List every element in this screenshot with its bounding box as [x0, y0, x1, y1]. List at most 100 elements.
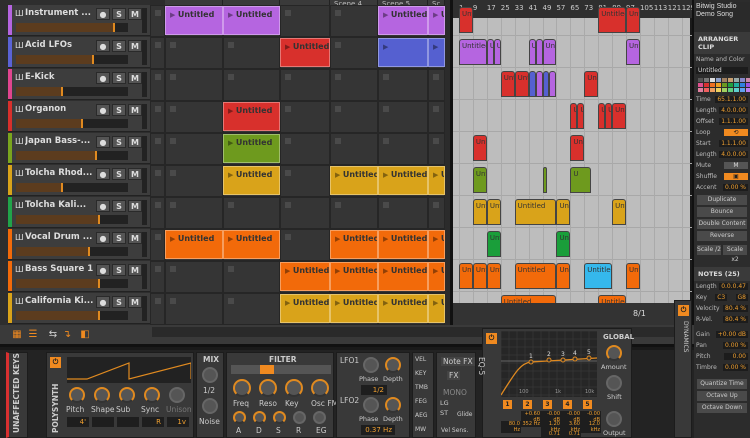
filter-type-selector[interactable] [231, 365, 331, 374]
volume-fader[interactable] [16, 183, 128, 192]
volume-fader[interactable] [16, 23, 128, 32]
envelope-knob[interactable] [273, 411, 286, 424]
color-swatch[interactable] [698, 88, 703, 92]
track-header[interactable]: Ш Bass Square 1 ● S M [8, 261, 150, 292]
launcher-clip[interactable]: Untitled [330, 294, 378, 323]
color-swatch[interactable] [746, 88, 750, 92]
arranger-clip[interactable]: Untitled [584, 263, 613, 289]
mute-button[interactable]: M [128, 264, 142, 276]
action-button[interactable]: Reverse [697, 231, 747, 241]
arranger-clip[interactable] [528, 71, 536, 97]
track-name[interactable]: Japan Bass-... [25, 136, 97, 146]
color-swatch[interactable] [746, 83, 750, 87]
property-value[interactable]: 4.0.0.00 [719, 151, 748, 158]
launcher-clip[interactable]: Un [428, 294, 445, 323]
clip-slot[interactable] [378, 101, 428, 133]
osc-value[interactable] [92, 417, 114, 427]
solo-button[interactable]: S [112, 72, 126, 84]
envelope-knob[interactable] [313, 411, 326, 424]
arranger-clip[interactable]: U [493, 39, 501, 65]
property-value[interactable]: 65.1.1.00 [715, 96, 748, 103]
color-swatch[interactable] [734, 88, 739, 92]
track-header[interactable]: Ш Tolcha Rhod... ● S M [8, 165, 150, 196]
eq-band-button[interactable]: 4 [563, 400, 572, 409]
solo-button[interactable]: S [112, 104, 126, 116]
lfo2-depth-knob[interactable] [385, 397, 401, 413]
stop-button[interactable] [150, 37, 165, 69]
action-button[interactable]: Octave Up [697, 391, 747, 401]
arranger-lane[interactable] [453, 68, 693, 100]
arm-button[interactable]: ● [96, 8, 110, 20]
color-swatch[interactable] [704, 83, 709, 87]
clip-slot[interactable] [280, 197, 330, 229]
track-header[interactable]: Ш Acid LFOs ● S M [8, 37, 150, 68]
arranger-clip[interactable]: Unt [542, 39, 557, 65]
arranger-clip[interactable]: Unt [514, 71, 529, 97]
clip-mute-button[interactable]: M [724, 162, 748, 169]
key-low[interactable]: C3 [715, 294, 728, 301]
clip-slot[interactable] [280, 69, 330, 101]
arranger-clip[interactable] [535, 71, 543, 97]
launcher-clip[interactable]: Untitled [223, 166, 280, 195]
arm-button[interactable]: ● [96, 40, 110, 52]
mute-button[interactable]: M [128, 104, 142, 116]
arranger-clip[interactable]: Unt [472, 167, 487, 193]
clip-slot[interactable] [428, 133, 445, 165]
eq-band-handle[interactable] [586, 355, 592, 361]
track-header[interactable]: Ш Instrument ... ● S M [8, 5, 150, 36]
launcher-clip[interactable]: Untitled [330, 230, 378, 259]
launcher-clip[interactable]: Untitled [280, 294, 330, 323]
osc-value[interactable]: R [142, 417, 164, 427]
arm-button[interactable]: ● [96, 104, 110, 116]
color-swatch[interactable] [728, 78, 733, 82]
arranger-clip[interactable]: Untitled [514, 199, 557, 225]
stop-button[interactable] [150, 133, 165, 165]
arranger-clip[interactable]: Unt [556, 231, 571, 257]
stop-button[interactable] [150, 165, 165, 197]
arranger-clip[interactable]: Unt [626, 263, 640, 289]
color-swatch[interactable] [710, 83, 715, 87]
track-name[interactable]: California Ki... [25, 296, 97, 306]
clip-slot[interactable] [428, 69, 445, 101]
eq-band-handle[interactable] [572, 356, 578, 362]
color-swatch[interactable] [722, 83, 727, 87]
color-swatch[interactable] [722, 78, 727, 82]
arranger-clip[interactable] [535, 39, 543, 65]
mod-source[interactable]: FEG [415, 398, 427, 405]
solo-button[interactable]: S [112, 40, 126, 52]
launcher-clip[interactable]: Untitled [165, 6, 223, 35]
track-header[interactable]: Ш E-Kick ● S M [8, 69, 150, 100]
osc-knob[interactable] [69, 387, 85, 403]
color-swatch[interactable] [740, 83, 745, 87]
osc-value[interactable]: 1v [167, 417, 189, 427]
filter-knob[interactable] [259, 379, 277, 397]
arranger-lane[interactable] [453, 4, 693, 36]
color-swatch[interactable] [728, 83, 733, 87]
lfo2-rate[interactable]: 0.37 Hz [361, 425, 395, 435]
arranger-clip[interactable]: U [528, 39, 536, 65]
lg-button[interactable]: LG [440, 399, 449, 407]
color-swatch[interactable] [740, 78, 745, 82]
amount-knob[interactable] [606, 345, 622, 361]
arranger-clip[interactable]: Untitled [598, 7, 627, 33]
property-value[interactable]: +0.00 dB [715, 331, 748, 338]
solo-button[interactable]: S [112, 296, 126, 308]
clip-slot[interactable] [280, 229, 330, 261]
volume-fader[interactable] [16, 247, 128, 256]
dynamics-power-icon[interactable]: ⏻ [678, 305, 689, 316]
loop-toggle[interactable]: ⟲ [724, 129, 748, 136]
clip-slot[interactable] [428, 101, 445, 133]
arranger-clip[interactable]: Unt [584, 71, 599, 97]
lfo1-rate[interactable]: 1/2 [361, 385, 387, 395]
clip-slot[interactable] [165, 69, 223, 101]
arranger-clip[interactable]: Unt [472, 199, 487, 225]
clip-slot[interactable] [223, 293, 280, 325]
launcher-clip[interactable]: Untitled [378, 230, 428, 259]
track-header[interactable]: Ш California Ki... ● S M [8, 293, 150, 324]
stop-button[interactable] [150, 5, 165, 37]
launcher-clip[interactable]: Untitled [330, 262, 378, 291]
color-swatch[interactable] [716, 83, 721, 87]
track-header[interactable]: Ш Tolcha Kali... ● S M [8, 197, 150, 228]
track-name[interactable]: Vocal Drum ... [25, 232, 97, 242]
action-button[interactable]: Octave Down [697, 403, 747, 413]
